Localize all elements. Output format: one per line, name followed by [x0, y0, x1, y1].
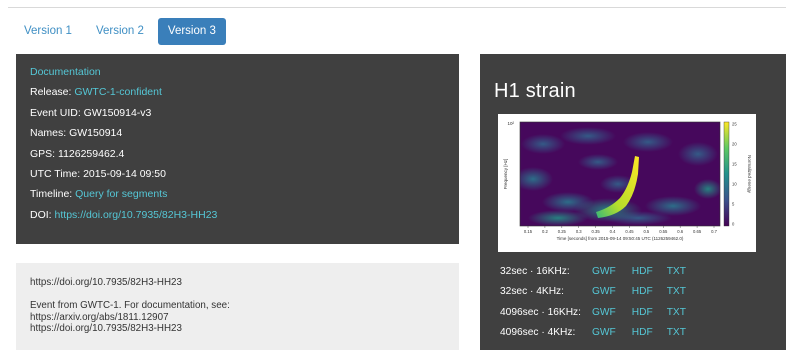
- version-tabs: Version 1 Version 2 Version 3: [14, 18, 226, 45]
- colorbar: [723, 121, 730, 227]
- txt-link[interactable]: TXT: [667, 307, 686, 318]
- colorbar-tick-label: 20: [732, 142, 737, 147]
- description-arxiv: https://arxiv.org/abs/1811.12907: [30, 311, 169, 323]
- download-label: 4096sec · 4KHz:: [500, 327, 576, 339]
- colorbar-tick-label: 10: [732, 182, 737, 187]
- event-description: https://doi.org/10.7935/82H3-HH23 Event …: [16, 263, 459, 350]
- event-info-panel: Documentation Release: GWTC-1-confident …: [16, 54, 459, 244]
- download-table: 32sec · 16KHz: GWF HDF TXT 32sec · 4KHz:…: [500, 261, 702, 343]
- x-tick-label: 0.25: [558, 229, 567, 234]
- txt-link[interactable]: TXT: [667, 286, 686, 297]
- description-text: Event from GWTC-1. For documentation, se…: [30, 300, 230, 312]
- x-axis-label: Time [seconds] from 2015-09-14 09:50:45 …: [557, 236, 684, 241]
- x-tick-label: 0.45: [625, 229, 634, 234]
- tab-version-3[interactable]: Version 3: [157, 18, 226, 45]
- event-uid: Event UID: GW150914-v3: [30, 106, 152, 119]
- download-label: 4096sec · 16KHz:: [500, 306, 581, 318]
- release-row: Release: GWTC-1-confident: [30, 82, 445, 102]
- x-tick-label: 0.5: [643, 229, 649, 234]
- hdf-link[interactable]: HDF: [632, 327, 653, 338]
- timeline-label: Timeline:: [30, 188, 76, 201]
- x-tick-label: 0.3: [576, 229, 582, 234]
- x-tick-label: 0.4: [610, 229, 616, 234]
- y-tick-top: 10²: [507, 121, 514, 126]
- strain-title: H1 strain: [494, 80, 576, 102]
- q-transform-plot: 10² Frequency [Hz] 0.15 0.2 0.25 0.3 0.35 0.4…: [498, 114, 756, 252]
- timeline-row: Timeline: Query for segments: [30, 184, 445, 204]
- x-tick-label: 0.15: [524, 229, 533, 234]
- colorbar-tick-label: 25: [732, 122, 737, 127]
- description-doi: https://doi.org/10.7935/82H3-HH23: [30, 277, 182, 288]
- gwf-link[interactable]: GWF: [592, 266, 616, 277]
- colorbar-tick-label: 0: [732, 222, 735, 227]
- x-tick-label: 0.65: [693, 229, 702, 234]
- download-row: 32sec · 4KHz: GWF HDF TXT: [500, 282, 702, 303]
- strain-panel: H1 strain 10² Frequency [Hz] 0.15 0.2 0.…: [480, 54, 786, 350]
- description-doi-2: https://doi.org/10.7935/82H3-HH23: [30, 323, 182, 335]
- doi-row: DOI: https://doi.org/10.7935/82H3-HH23: [30, 205, 445, 225]
- txt-link[interactable]: TXT: [667, 327, 686, 338]
- colorbar-tick-label: 15: [732, 162, 737, 167]
- query-segments-link[interactable]: Query for segments: [75, 188, 167, 200]
- gwf-link[interactable]: GWF: [592, 327, 616, 338]
- txt-link[interactable]: TXT: [667, 266, 686, 277]
- top-divider: [8, 7, 786, 8]
- tab-version-1[interactable]: Version 1: [14, 18, 82, 45]
- download-row: 4096sec · 4KHz: GWF HDF TXT: [500, 323, 702, 344]
- x-tick-label: 0.7: [711, 229, 717, 234]
- q-transform-svg: 10² Frequency [Hz] 0.15 0.2 0.25 0.3 0.35 0.4…: [503, 121, 752, 241]
- x-tick-label: 0.35: [592, 229, 601, 234]
- colorbar-label: Normalized energy: [747, 155, 752, 194]
- release-link[interactable]: GWTC-1-confident: [74, 86, 162, 98]
- hdf-link[interactable]: HDF: [632, 286, 653, 297]
- doi-link[interactable]: https://doi.org/10.7935/82H3-HH23: [55, 209, 218, 221]
- colorbar-tick-label: 5: [732, 202, 735, 207]
- release-label: Release:: [30, 86, 75, 99]
- event-names: Names: GW150914: [30, 127, 123, 140]
- doi-label: DOI:: [30, 208, 55, 221]
- hdf-link[interactable]: HDF: [632, 266, 653, 277]
- x-tick-label: 0.55: [659, 229, 668, 234]
- event-utc-time: UTC Time: 2015-09-14 09:50: [30, 168, 166, 181]
- download-row: 32sec · 16KHz: GWF HDF TXT: [500, 261, 702, 282]
- gwf-link[interactable]: GWF: [592, 286, 616, 297]
- download-row: 4096sec · 16KHz: GWF HDF TXT: [500, 302, 702, 323]
- x-ticks: 0.15 0.2 0.25 0.3 0.35 0.4 0.45 0.5 0.55 0.6 0.65 0…: [524, 226, 718, 234]
- gwf-link[interactable]: GWF: [592, 307, 616, 318]
- x-tick-label: 0.2: [542, 229, 548, 234]
- x-tick-label: 0.6: [677, 229, 683, 234]
- colorbar-ticks: 25 20 15 10 5 0: [732, 122, 737, 227]
- event-gps: GPS: 1126259462.4: [30, 147, 125, 160]
- download-label: 32sec · 16KHz:: [500, 265, 570, 277]
- download-label: 32sec · 4KHz:: [500, 286, 564, 298]
- tab-version-2[interactable]: Version 2: [86, 18, 154, 45]
- hdf-link[interactable]: HDF: [632, 307, 653, 318]
- y-axis-label: Frequency [Hz]: [503, 159, 508, 190]
- documentation-link[interactable]: Documentation: [30, 66, 101, 78]
